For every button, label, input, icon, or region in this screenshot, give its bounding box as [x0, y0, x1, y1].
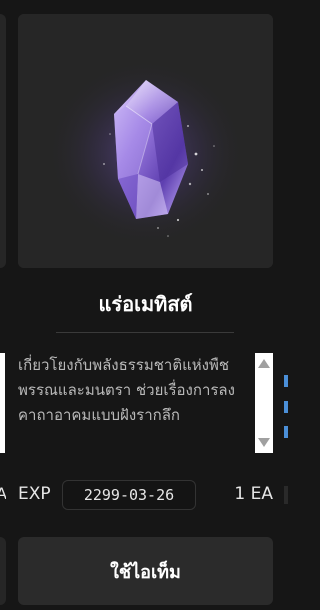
- next-item-exp-fragment: [284, 486, 288, 504]
- previous-item-card[interactable]: [0, 14, 6, 268]
- exp-date-field: 2299-03-26: [62, 480, 196, 510]
- description-scrollbar[interactable]: [255, 353, 273, 453]
- expiry-row: EXP 2299-03-26 1 EA: [18, 480, 273, 510]
- title-divider: [56, 332, 234, 333]
- next-item-description: [284, 353, 288, 453]
- item-description-box[interactable]: เกี่ยวโยงกับพลังธรรมชาติแห่งพืช พรรณและม…: [18, 353, 255, 453]
- scroll-up-arrow-icon[interactable]: [258, 359, 270, 368]
- scroll-down-arrow-icon[interactable]: [258, 438, 270, 447]
- previous-item-exp-fragment: A: [0, 484, 6, 503]
- item-quantity: 1 EA: [234, 484, 273, 504]
- use-item-button[interactable]: ใช้ไอเท็ม: [18, 537, 273, 605]
- item-image-card: [18, 14, 273, 268]
- previous-item-description: [0, 353, 5, 453]
- item-description: เกี่ยวโยงกับพลังธรรมชาติแห่งพืช พรรณและม…: [18, 356, 235, 424]
- amethyst-crystal-icon: [18, 14, 273, 268]
- exp-label: EXP: [18, 484, 51, 504]
- previous-item-use-button[interactable]: [0, 537, 6, 605]
- item-name: แร่อเมทิสต์: [98, 292, 193, 316]
